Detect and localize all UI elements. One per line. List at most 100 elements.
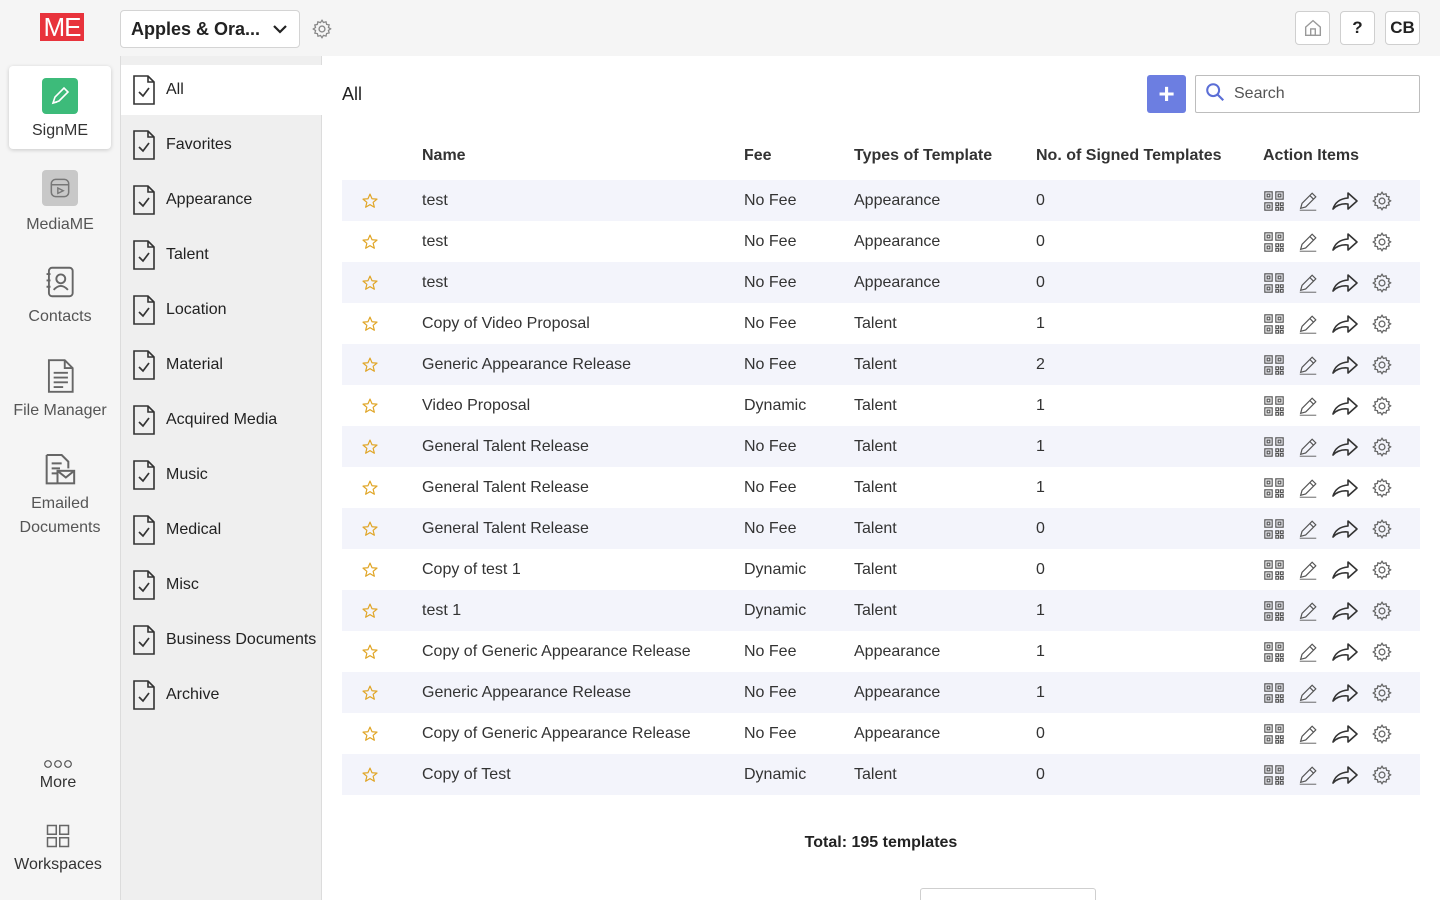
sign-pen-icon[interactable]: [1296, 518, 1320, 540]
category-item[interactable]: Material: [121, 340, 322, 390]
table-row[interactable]: Copy of Test Dynamic Talent 0: [342, 754, 1420, 795]
qr-code-icon[interactable]: [1262, 559, 1286, 581]
header-signed[interactable]: No. of Signed Templates: [1036, 147, 1222, 165]
workspace-select[interactable]: Apples & Ora...: [120, 10, 300, 48]
table-row[interactable]: test 1 Dynamic Talent 1: [342, 590, 1420, 631]
cell-name[interactable]: Copy of Video Proposal: [422, 315, 590, 333]
table-row[interactable]: test No Fee Appearance 0: [342, 221, 1420, 262]
favorite-star-icon[interactable]: [361, 643, 379, 661]
qr-code-icon[interactable]: [1262, 518, 1286, 540]
category-item[interactable]: Appearance: [121, 175, 322, 225]
settings-gear-icon[interactable]: [1370, 190, 1394, 212]
sign-pen-icon[interactable]: [1296, 436, 1320, 458]
favorite-star-icon[interactable]: [361, 315, 379, 333]
settings-gear-icon[interactable]: [1370, 231, 1394, 253]
table-row[interactable]: Copy of test 1 Dynamic Talent 0: [342, 549, 1420, 590]
qr-code-icon[interactable]: [1262, 231, 1286, 253]
sign-pen-icon[interactable]: [1296, 395, 1320, 417]
category-item[interactable]: Archive: [121, 670, 322, 720]
sign-pen-icon[interactable]: [1296, 764, 1320, 786]
qr-code-icon[interactable]: [1262, 313, 1286, 335]
table-row[interactable]: Copy of Video Proposal No Fee Talent 1: [342, 303, 1420, 344]
cell-name[interactable]: test 1: [422, 602, 461, 620]
favorite-star-icon[interactable]: [361, 520, 379, 538]
table-row[interactable]: Generic Appearance Release No Fee Talent 2: [342, 344, 1420, 385]
category-item[interactable]: Talent: [121, 230, 322, 280]
settings-gear-icon[interactable]: [1370, 477, 1394, 499]
table-row[interactable]: General Talent Release No Fee Talent 1: [342, 426, 1420, 467]
rail-item-contacts[interactable]: Contacts: [9, 262, 111, 326]
cell-name[interactable]: Copy of test 1: [422, 561, 521, 579]
settings-gear-icon[interactable]: [1370, 436, 1394, 458]
settings-gear-icon[interactable]: [1370, 395, 1394, 417]
settings-gear-icon[interactable]: [1370, 518, 1394, 540]
rail-item-emailed-documents[interactable]: Emailed Documents: [9, 450, 111, 540]
share-arrow-icon[interactable]: [1330, 682, 1360, 704]
settings-gear-icon[interactable]: [1370, 272, 1394, 294]
sign-pen-icon[interactable]: [1296, 723, 1320, 745]
rail-item-mediame[interactable]: MediaME: [9, 170, 111, 234]
share-arrow-icon[interactable]: [1330, 272, 1360, 294]
favorite-star-icon[interactable]: [361, 602, 379, 620]
cell-name[interactable]: Copy of Generic Appearance Release: [422, 725, 691, 743]
search-input[interactable]: [1234, 85, 1404, 103]
rail-workspaces[interactable]: Workspaces: [8, 822, 108, 874]
qr-code-icon[interactable]: [1262, 723, 1286, 745]
cell-name[interactable]: Generic Appearance Release: [422, 684, 631, 702]
cell-name[interactable]: Generic Appearance Release: [422, 356, 631, 374]
settings-gear-icon[interactable]: [1370, 354, 1394, 376]
qr-code-icon[interactable]: [1262, 436, 1286, 458]
table-row[interactable]: Generic Appearance Release No Fee Appearan…: [342, 672, 1420, 713]
qr-code-icon[interactable]: [1262, 354, 1286, 376]
share-arrow-icon[interactable]: [1330, 764, 1360, 786]
share-arrow-icon[interactable]: [1330, 190, 1360, 212]
favorite-star-icon[interactable]: [361, 725, 379, 743]
sign-pen-icon[interactable]: [1296, 190, 1320, 212]
settings-gear-icon[interactable]: [1370, 682, 1394, 704]
sign-pen-icon[interactable]: [1296, 559, 1320, 581]
qr-code-icon[interactable]: [1262, 600, 1286, 622]
table-row[interactable]: Video Proposal Dynamic Talent 1: [342, 385, 1420, 426]
favorite-star-icon[interactable]: [361, 479, 379, 497]
table-row[interactable]: General Talent Release No Fee Talent 0: [342, 508, 1420, 549]
sign-pen-icon[interactable]: [1296, 354, 1320, 376]
category-item[interactable]: Music: [121, 450, 322, 500]
share-arrow-icon[interactable]: [1330, 231, 1360, 253]
qr-code-icon[interactable]: [1262, 641, 1286, 663]
category-item[interactable]: Medical: [121, 505, 322, 555]
table-row[interactable]: General Talent Release No Fee Talent 1: [342, 467, 1420, 508]
favorite-star-icon[interactable]: [361, 233, 379, 251]
settings-gear-icon[interactable]: [1370, 641, 1394, 663]
settings-gear-icon[interactable]: [1370, 559, 1394, 581]
rail-item-signme[interactable]: SignME: [9, 66, 111, 149]
category-item[interactable]: Acquired Media: [121, 395, 322, 445]
share-arrow-icon[interactable]: [1330, 600, 1360, 622]
search-box[interactable]: [1195, 75, 1420, 113]
sign-pen-icon[interactable]: [1296, 477, 1320, 499]
sign-pen-icon[interactable]: [1296, 231, 1320, 253]
favorite-star-icon[interactable]: [361, 438, 379, 456]
favorite-star-icon[interactable]: [361, 766, 379, 784]
qr-code-icon[interactable]: [1262, 477, 1286, 499]
share-arrow-icon[interactable]: [1330, 395, 1360, 417]
favorite-star-icon[interactable]: [361, 192, 379, 210]
qr-code-icon[interactable]: [1262, 272, 1286, 294]
table-row[interactable]: test No Fee Appearance 0: [342, 262, 1420, 303]
share-arrow-icon[interactable]: [1330, 723, 1360, 745]
workspace-settings-gear-icon[interactable]: [311, 18, 333, 40]
add-template-button[interactable]: +: [1147, 75, 1186, 113]
user-avatar-button[interactable]: CB: [1385, 11, 1420, 45]
category-item[interactable]: Location: [121, 285, 322, 335]
sign-pen-icon[interactable]: [1296, 682, 1320, 704]
home-button[interactable]: [1295, 11, 1330, 45]
sign-pen-icon[interactable]: [1296, 313, 1320, 335]
sign-pen-icon[interactable]: [1296, 272, 1320, 294]
share-arrow-icon[interactable]: [1330, 641, 1360, 663]
cell-name[interactable]: Video Proposal: [422, 397, 530, 415]
qr-code-icon[interactable]: [1262, 764, 1286, 786]
qr-code-icon[interactable]: [1262, 395, 1286, 417]
favorite-star-icon[interactable]: [361, 561, 379, 579]
cell-name[interactable]: Copy of Generic Appearance Release: [422, 643, 691, 661]
category-item[interactable]: All: [121, 65, 322, 115]
rail-more[interactable]: More: [8, 756, 108, 792]
